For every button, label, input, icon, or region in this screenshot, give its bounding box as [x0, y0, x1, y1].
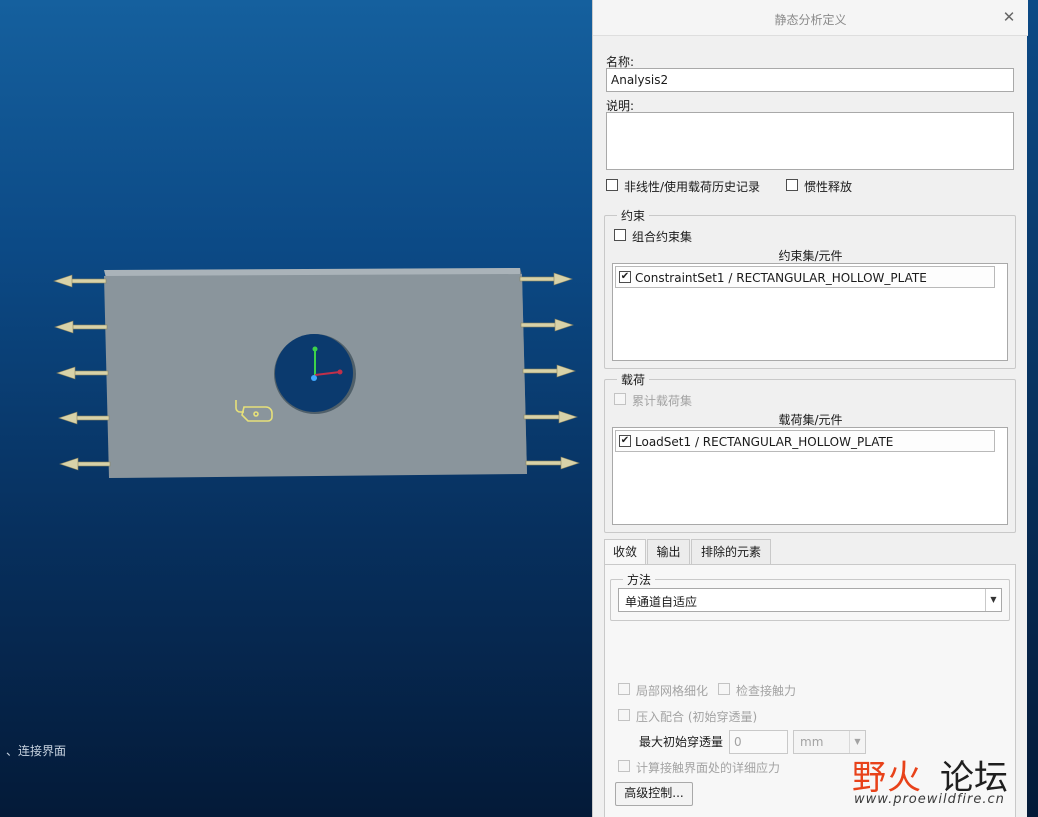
load-arrow-right-3 [522, 364, 576, 378]
load-arrow-right-1 [519, 272, 573, 286]
load-set-label: LoadSet1 / RECTANGULAR_HOLLOW_PLATE [635, 435, 894, 449]
description-textarea[interactable] [606, 112, 1014, 170]
load-set-checkbox[interactable]: ✔ [619, 435, 631, 447]
load-arrow-right-4 [523, 410, 578, 424]
unit-selected-value: mm [800, 735, 824, 749]
left-load-arrows [53, 274, 111, 471]
load-arrow-left-4 [58, 411, 110, 425]
tab-output[interactable]: 输出 [647, 539, 690, 565]
method-select[interactable]: 单通道自适应 ▼ [618, 588, 1002, 612]
detailed-stress-checkbox[interactable] [618, 760, 630, 772]
inertia-relief-label: 惯性释放 [804, 180, 853, 194]
load-arrow-left-1 [53, 274, 107, 288]
constraints-legend: 约束 [621, 209, 646, 223]
list-item[interactable]: ✔ LoadSet1 / RECTANGULAR_HOLLOW_PLATE [615, 430, 995, 452]
model-viewport[interactable]: 、连接界面 [0, 0, 592, 817]
cumulative-loads-label: 累计载荷集 [632, 394, 693, 408]
check-contact-checkbox[interactable] [718, 683, 730, 695]
load-arrow-right-5 [525, 456, 580, 470]
check-contact-label: 检查接触力 [736, 684, 797, 698]
model-canvas[interactable] [0, 0, 592, 817]
nonlinear-label: 非线性/使用载荷历史记录 [624, 180, 761, 194]
load-arrow-right-2 [520, 318, 574, 332]
method-selected-value: 单通道自适应 [625, 595, 698, 609]
constraint-set-checkbox[interactable]: ✔ [619, 271, 631, 283]
tab-excluded-elements[interactable]: 排除的元素 [691, 539, 771, 565]
method-legend: 方法 [627, 573, 652, 587]
press-fit-checkbox[interactable] [618, 709, 630, 721]
tab-convergence[interactable]: 收敛 [604, 539, 646, 566]
max-penetration-input[interactable] [729, 730, 788, 754]
local-mesh-checkbox[interactable] [618, 683, 630, 695]
load-arrow-left-5 [59, 457, 111, 471]
load-sets-list[interactable]: ✔ LoadSet1 / RECTANGULAR_HOLLOW_PLATE [612, 427, 1008, 525]
loads-list-header: 载荷集/元件 [778, 413, 843, 427]
dialog-title: 静态分析定义 [774, 13, 847, 27]
constraints-list-header: 约束集/元件 [778, 249, 843, 263]
viewport-right-edge [1027, 0, 1038, 817]
watermark-logo: 野火 论坛 www.proewildfire.cn [852, 732, 1022, 812]
load-arrow-left-2 [54, 320, 108, 334]
chevron-down-icon[interactable]: ▼ [985, 589, 1001, 611]
detailed-stress-label: 计算接触界面处的详细应力 [636, 761, 781, 775]
loads-legend: 载荷 [621, 373, 646, 387]
constraint-sets-list[interactable]: ✔ ConstraintSet1 / RECTANGULAR_HOLLOW_PL… [612, 263, 1008, 361]
load-arrow-left-3 [56, 366, 109, 380]
right-load-arrows [519, 272, 580, 470]
combine-constraints-checkbox[interactable] [614, 229, 626, 241]
viewport-status-text: 、连接界面 [6, 744, 67, 758]
inertia-relief-checkbox[interactable] [786, 179, 798, 191]
cumulative-loads-checkbox[interactable] [614, 393, 626, 405]
watermark-url: www.proewildfire.cn [854, 792, 1005, 807]
nonlinear-checkbox[interactable] [606, 179, 618, 191]
constraint-set-label: ConstraintSet1 / RECTANGULAR_HOLLOW_PLAT… [635, 271, 927, 285]
advanced-controls-button[interactable]: 高级控制... [615, 782, 693, 806]
static-analysis-dialog: 静态分析定义 ✕ 名称: 说明: 非线性/使用载荷历史记录 惯性释放 约束 组合… [592, 0, 1028, 817]
close-icon[interactable]: ✕ [1000, 8, 1018, 26]
press-fit-label: 压入配合 (初始穿透量) [636, 710, 758, 724]
list-item[interactable]: ✔ ConstraintSet1 / RECTANGULAR_HOLLOW_PL… [615, 266, 995, 288]
dialog-titlebar[interactable]: 静态分析定义 ✕ [593, 0, 1028, 36]
combine-constraints-label: 组合约束集 [632, 230, 693, 244]
local-mesh-label: 局部网格细化 [636, 684, 709, 698]
analysis-name-input[interactable] [606, 68, 1014, 92]
max-penetration-label: 最大初始穿透量 [639, 735, 724, 749]
